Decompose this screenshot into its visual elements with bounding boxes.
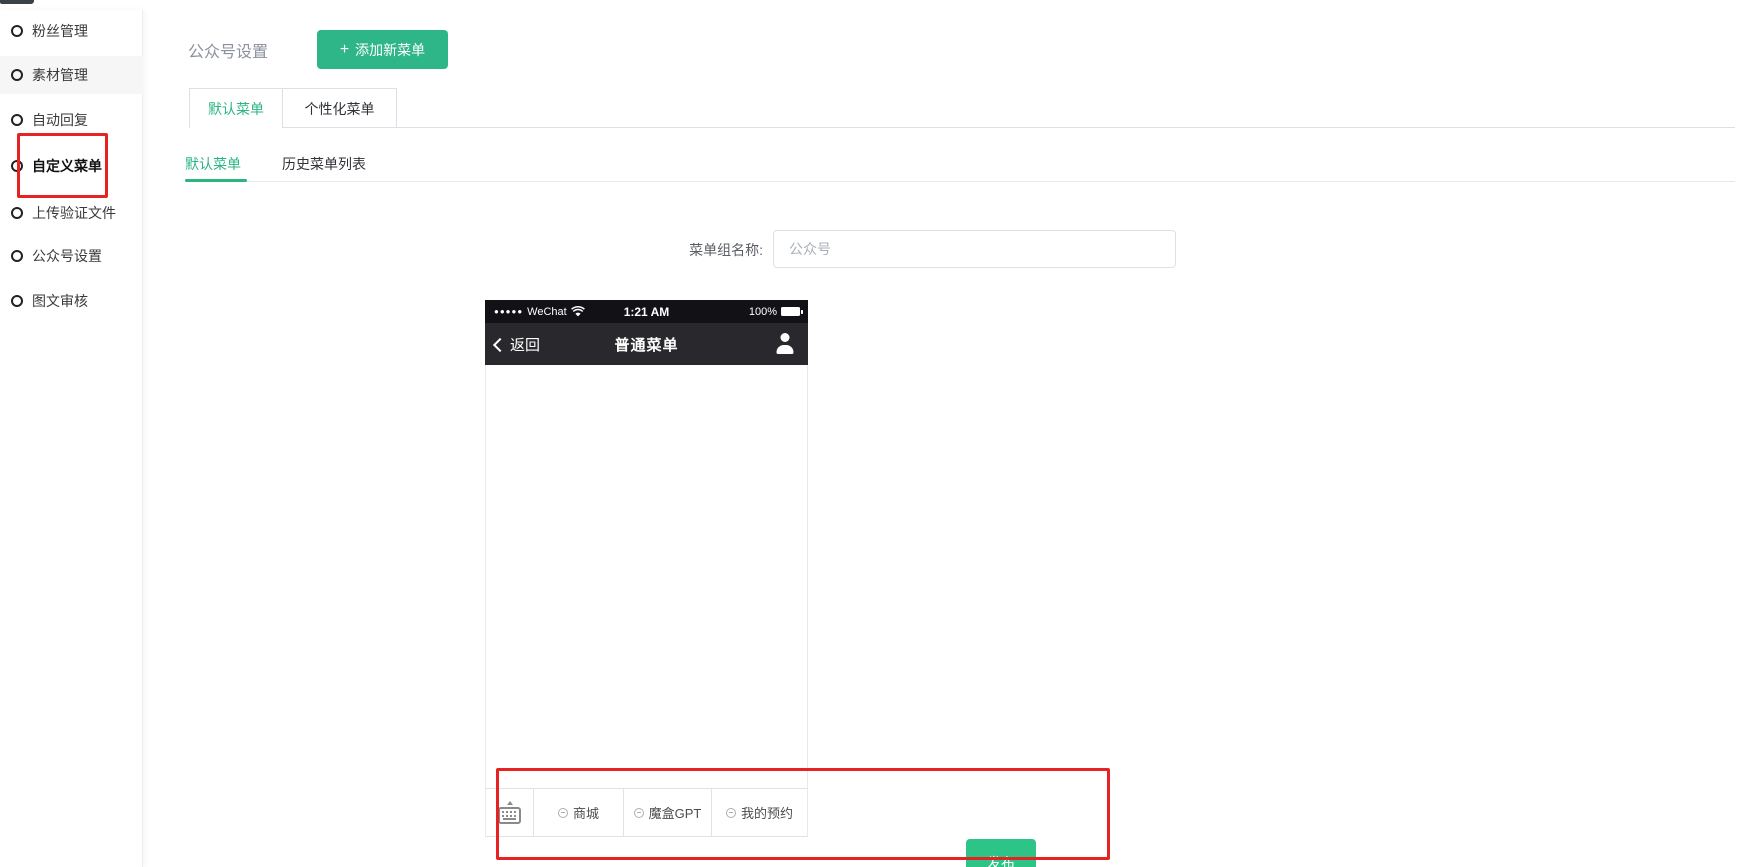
sidebar-item-custom-menu[interactable]: 自定义菜单 — [0, 147, 143, 185]
back-button: 返回 — [495, 323, 540, 365]
add-new-menu-label: 添加新菜单 — [355, 40, 425, 60]
menu-group-name-label: 菜单组名称: — [640, 240, 763, 260]
sidebar-item-label: 上传验证文件 — [32, 203, 116, 223]
menu-cell-shop[interactable]: 商城 — [533, 789, 623, 836]
subtab-history-menu-list[interactable]: 历史菜单列表 — [282, 153, 366, 175]
sidebar-item-label: 粉丝管理 — [32, 21, 88, 41]
tab-default-menu[interactable]: 默认菜单 — [189, 88, 283, 128]
caret-up-icon — [507, 801, 513, 805]
circled-dash-icon — [726, 808, 736, 818]
circled-dash-icon — [634, 808, 644, 818]
sidebar-item-article-review[interactable]: 图文审核 — [0, 282, 143, 320]
sidebar-item-auto-reply[interactable]: 自动回复 — [0, 101, 143, 139]
tab-personalized-menu[interactable]: 个性化菜单 — [283, 88, 397, 128]
contact-person-icon — [775, 333, 795, 355]
wifi-icon — [571, 306, 585, 317]
menu-group-name-input[interactable] — [773, 230, 1176, 268]
sidebar-item-fan-management[interactable]: 粉丝管理 — [0, 12, 143, 50]
sidebar-item-material-management[interactable]: 素材管理 — [0, 56, 143, 94]
phone-status-bar: ●●●●● WeChat 1:21 AM 100% — [485, 300, 808, 323]
circle-icon — [11, 160, 23, 172]
circle-icon — [11, 69, 23, 81]
sidebar-item-label: 图文审核 — [32, 291, 88, 311]
plus-icon: + — [340, 42, 349, 58]
primary-tabs-border — [189, 127, 1735, 128]
subtabs-border — [185, 181, 1735, 182]
battery-icon — [781, 307, 800, 316]
keyboard-icon — [498, 807, 521, 824]
phone-nav-title: 普通菜单 — [614, 323, 678, 365]
phone-preview: ●●●●● WeChat 1:21 AM 100% 返回 — [485, 300, 808, 837]
signal-dots-icon: ●●●●● — [494, 307, 523, 316]
phone-nav-bar: 返回 普通菜单 — [485, 323, 808, 365]
phone-body — [485, 365, 808, 788]
sidebar: 粉丝管理 素材管理 自动回复 自定义菜单 上传验证文件 公众号设置 图文审核 — [0, 10, 143, 867]
sidebar-item-label: 自动回复 — [32, 110, 88, 130]
chevron-left-icon — [493, 337, 507, 351]
sidebar-item-label: 素材管理 — [32, 65, 88, 85]
menu-cell-label: 我的预约 — [741, 803, 793, 822]
page-title: 公众号设置 — [188, 38, 268, 62]
circled-dash-icon — [558, 808, 568, 818]
active-subtab-underline — [185, 179, 247, 182]
sidebar-item-account-settings[interactable]: 公众号设置 — [0, 237, 143, 275]
circle-icon — [11, 207, 23, 219]
back-label: 返回 — [510, 334, 540, 355]
sidebar-item-label: 公众号设置 — [32, 246, 102, 266]
menu-cell-label: 魔盒GPT — [649, 803, 702, 822]
sidebar-item-label: 自定义菜单 — [32, 156, 102, 176]
status-time: 1:21 AM — [624, 300, 670, 323]
keyboard-toggle-cell[interactable] — [486, 789, 533, 836]
subtab-default-menu[interactable]: 默认菜单 — [185, 153, 241, 175]
phone-menu-bar: 商城 魔盒GPT 我的预约 — [485, 788, 808, 837]
add-new-menu-button[interactable]: + 添加新菜单 — [317, 30, 448, 69]
circle-icon — [11, 295, 23, 307]
circle-icon — [11, 25, 23, 37]
top-edge-artifact — [0, 0, 34, 4]
menu-cell-my-reservations[interactable]: 我的预约 — [711, 789, 807, 836]
app-window: 粉丝管理 素材管理 自动回复 自定义菜单 上传验证文件 公众号设置 图文审核 公… — [0, 0, 1756, 867]
carrier-label: WeChat — [527, 306, 567, 318]
publish-button[interactable]: 发布 — [966, 839, 1036, 867]
battery-percent: 100% — [749, 306, 777, 318]
menu-cell-label: 商城 — [573, 803, 599, 822]
circle-icon — [11, 114, 23, 126]
menu-cell-magic-box-gpt[interactable]: 魔盒GPT — [623, 789, 711, 836]
sidebar-item-upload-verification-file[interactable]: 上传验证文件 — [0, 194, 143, 232]
circle-icon — [11, 250, 23, 262]
